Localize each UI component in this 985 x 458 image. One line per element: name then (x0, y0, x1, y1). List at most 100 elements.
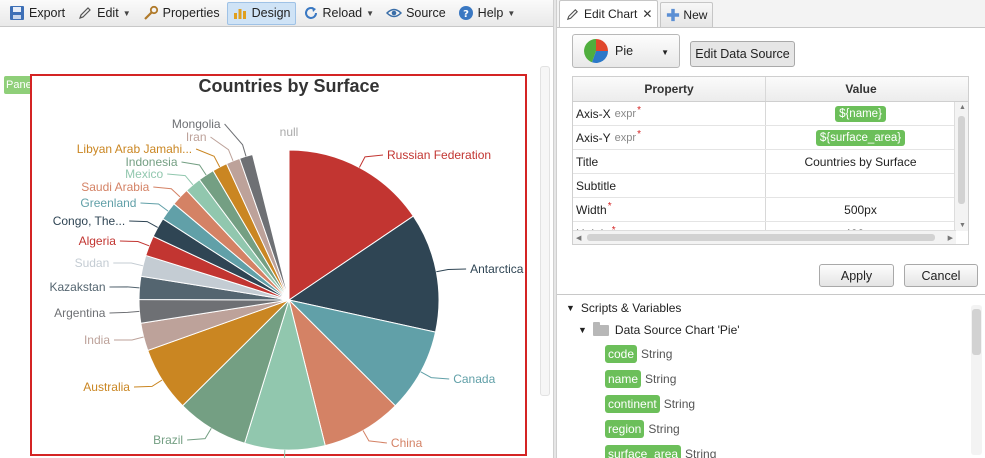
design-scrollbar[interactable] (540, 66, 550, 396)
variable-name-pill[interactable]: region (605, 420, 645, 438)
slice-label: Saudi Arabia (81, 180, 149, 194)
scripts-scrollbar[interactable] (971, 305, 982, 455)
chevron-down-icon: ▼ (122, 8, 131, 18)
export-button[interactable]: Export (4, 2, 70, 25)
source-button[interactable]: Source (381, 2, 451, 25)
grid-cell-property: Axis-X expr * (573, 102, 766, 125)
variable-type: String (663, 397, 696, 411)
chevron-down-icon: ▼ (661, 48, 669, 57)
variable-name-pill[interactable]: surface_area (605, 445, 682, 458)
variable-type: String (641, 347, 673, 361)
scroll-right-icon[interactable]: ▶ (948, 234, 953, 242)
grid-row[interactable]: Axis-X expr * ${name} (573, 102, 968, 126)
plus-icon (667, 8, 680, 22)
grid-cell-value[interactable] (766, 174, 956, 197)
variable-name-pill[interactable]: code (605, 345, 638, 363)
grid-row[interactable]: Axis-Y expr * ${surface_area} (573, 126, 968, 150)
properties-button[interactable]: Properties (138, 2, 225, 25)
tree-node-scripts[interactable]: ▼ Scripts & Variables (566, 301, 681, 315)
edit-data-source-button[interactable]: Edit Data Source (690, 41, 795, 67)
label-leader-line (195, 148, 221, 168)
grid-vscroll-thumb[interactable] (958, 116, 965, 204)
wrench-icon (143, 5, 158, 20)
scripts-tree: ▼ Scripts & Variables ▼ Data Source Char… (557, 294, 985, 458)
grid-horizontal-scrollbar[interactable]: ◀ ▶ (573, 230, 956, 244)
cancel-button[interactable]: Cancel (904, 264, 978, 287)
value-text: 500px (844, 202, 877, 217)
label-leader-line (181, 161, 207, 176)
slice-label: Mexico (125, 167, 163, 181)
tab-edit-chart[interactable]: Edit Chart ✕ (559, 0, 659, 27)
reload-button[interactable]: Reload ▼ (298, 2, 380, 25)
label-leader-line (113, 262, 144, 267)
close-icon[interactable]: ✕ (642, 7, 652, 21)
label-leader-line (114, 336, 144, 341)
property-name: Axis-Y (576, 130, 611, 145)
label-leader-line (210, 136, 234, 161)
grid-cell-value[interactable]: ${name} (766, 102, 956, 125)
tab-new[interactable]: New (660, 2, 714, 27)
triangle-down-icon[interactable]: ▼ (566, 303, 575, 313)
slice-label: Indonesia (125, 155, 177, 169)
grid-cell-value[interactable]: Countries by Surface (766, 150, 956, 173)
reload-label: Reload (322, 6, 363, 20)
slice-label: India (84, 333, 110, 347)
tab-edit-chart-label: Edit Chart (584, 7, 638, 21)
grid-header-value: Value (845, 82, 877, 96)
properties-label: Properties (162, 6, 220, 20)
property-name: Width (576, 202, 607, 217)
pencil-icon (79, 7, 91, 19)
variable-item[interactable]: code String (605, 345, 672, 363)
expr-hint: expr (614, 131, 637, 144)
help-label: Help (477, 6, 504, 20)
grid-cell-value[interactable]: 500px (766, 198, 956, 221)
help-menu-button[interactable]: ? Help ▼ (453, 2, 521, 25)
grid-header: Property Value (573, 77, 968, 102)
scroll-down-icon[interactable]: ▼ (959, 222, 966, 229)
scroll-left-icon[interactable]: ◀ (576, 234, 581, 242)
slice-label: Canada (453, 372, 495, 386)
variable-item[interactable]: region String (605, 420, 680, 438)
property-name: Title (576, 154, 599, 169)
label-leader-line (140, 202, 169, 212)
apply-button[interactable]: Apply (819, 264, 894, 287)
variable-name-pill[interactable]: name (605, 370, 642, 388)
design-button[interactable]: Design (226, 1, 296, 25)
tree-node-data-source[interactable]: ▼ Data Source Chart 'Pie' (578, 321, 740, 337)
grid-row[interactable]: Width * 500px (573, 198, 968, 222)
grid-header-property: Property (573, 77, 766, 101)
variable-item[interactable]: name String (605, 370, 676, 388)
right-panel: Edit Chart ✕ New Pie ▼ Edit Data Source (557, 0, 985, 458)
scripts-scroll-thumb[interactable] (972, 309, 981, 355)
chevron-down-icon: ▼ (366, 8, 375, 18)
edit-menu-button[interactable]: Edit ▼ (72, 2, 135, 25)
grid-vertical-scrollbar[interactable]: ▲ ▼ (954, 102, 968, 231)
label-leader-line (436, 268, 467, 273)
label-leader-line (224, 123, 247, 157)
eye-icon (386, 8, 403, 18)
variable-name-pill[interactable]: continent (605, 395, 660, 413)
label-leader-line (284, 449, 286, 458)
variable-item[interactable]: surface_area String (605, 445, 716, 458)
slice-label: Mongolia (172, 117, 221, 131)
pencil-icon (566, 8, 578, 20)
variable-type: String (645, 372, 677, 386)
grid-hscroll-thumb[interactable] (587, 234, 935, 241)
slice-label: China (391, 436, 423, 450)
label-leader-line (362, 430, 387, 444)
bar-chart-icon (233, 9, 246, 19)
slice-label: Sudan (75, 256, 110, 270)
scroll-up-icon[interactable]: ▲ (959, 104, 966, 111)
grid-cell-value[interactable]: ${surface_area} (766, 126, 956, 149)
slice-label: Australia (83, 380, 130, 394)
slice-label: null (280, 125, 299, 139)
label-leader-line (109, 286, 140, 289)
chart-type-dropdown[interactable]: Pie ▼ (572, 34, 680, 68)
chart-type-label: Pie (615, 44, 634, 58)
source-label: Source (406, 6, 446, 20)
variable-item[interactable]: continent String (605, 395, 695, 413)
label-leader-line (153, 186, 181, 198)
triangle-down-icon[interactable]: ▼ (578, 325, 587, 335)
grid-row[interactable]: Title Countries by Surface (573, 150, 968, 174)
grid-row[interactable]: Subtitle (573, 174, 968, 198)
